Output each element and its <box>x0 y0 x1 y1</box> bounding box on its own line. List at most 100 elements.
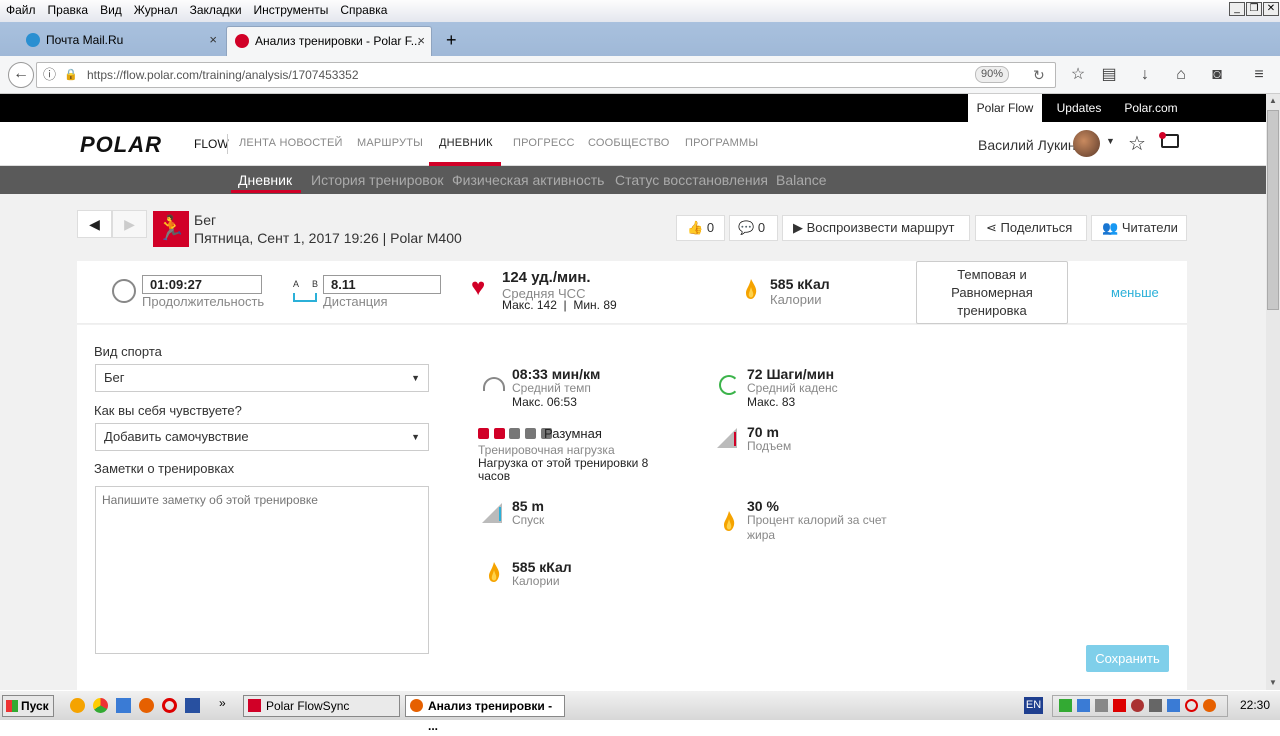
subnav-history[interactable]: История тренировок <box>311 172 443 188</box>
polar-com-link[interactable]: Polar.com <box>1118 94 1184 122</box>
pocket-icon[interactable]: ◙ <box>1205 64 1229 86</box>
cadence-label: Средний каденс <box>747 381 838 395</box>
download-icon[interactable]: ↓ <box>1133 64 1157 86</box>
load-level: Разумная <box>544 426 602 441</box>
hr-minmax: Макс. 142 | Мин. 89 <box>502 298 617 312</box>
menu-view[interactable]: Вид <box>94 0 128 21</box>
prev-session-button[interactable]: ◀ <box>77 210 112 238</box>
firefox-icon <box>410 699 423 712</box>
tab-polar[interactable]: Анализ тренировки - Polar F... × <box>226 26 432 56</box>
notes-textarea[interactable] <box>95 486 429 654</box>
task-firefox-active[interactable]: Анализ тренировки - ... <box>405 695 565 733</box>
close-tab-icon[interactable]: × <box>417 27 425 55</box>
next-session-button[interactable]: ▶ <box>112 210 147 238</box>
polar-flow-link[interactable]: Polar Flow <box>968 94 1042 122</box>
readers-button[interactable]: 👥 Читатели <box>1091 215 1187 241</box>
ruler-icon <box>293 293 317 302</box>
thumb-up-icon: 👍 <box>687 220 704 235</box>
nav-progress[interactable]: ПРОГРЕСС <box>513 137 575 149</box>
load-label: Тренировочная нагрузка <box>478 443 615 457</box>
nav-community[interactable]: СООБЩЕСТВО <box>588 137 670 149</box>
task-flowsync[interactable]: Polar FlowSync <box>243 695 400 717</box>
feeling-select[interactable]: Добавить самочувствие ▼ <box>95 423 429 451</box>
menu-bookmarks[interactable]: Закладки <box>184 0 248 21</box>
start-label: Пуск <box>21 699 49 713</box>
like-button[interactable]: 👍 0 <box>676 215 725 241</box>
share-button[interactable]: ⋖ Поделиться <box>975 215 1087 241</box>
scroll-up-icon[interactable]: ▲ <box>1267 94 1279 108</box>
quicklaunch-chrome-icon[interactable] <box>93 698 108 713</box>
home-icon[interactable]: ⌂ <box>1169 64 1193 86</box>
comment-button[interactable]: 💬 0 <box>729 215 778 241</box>
language-indicator[interactable]: EN <box>1024 697 1043 714</box>
avatar[interactable] <box>1073 130 1100 157</box>
navigation-bar: ← ⓘ 🔒 https://flow.polar.com/training/an… <box>0 56 1280 94</box>
quicklaunch-firefox-icon[interactable] <box>139 698 154 713</box>
flame-icon <box>489 562 500 582</box>
restore-button[interactable]: ❐ <box>1246 2 1262 16</box>
load-bars <box>478 427 552 442</box>
bookmark-star-icon[interactable]: ☆ <box>1066 64 1090 86</box>
close-tab-icon[interactable]: × <box>209 26 217 54</box>
menu-file[interactable]: Файл <box>0 0 42 21</box>
nav-programs[interactable]: ПРОГРАММЫ <box>685 137 758 149</box>
nav-routes[interactable]: МАРШРУТЫ <box>357 137 423 149</box>
quicklaunch-opera-icon[interactable] <box>162 698 177 713</box>
polar-logo[interactable]: POLAR <box>80 132 162 158</box>
scroll-thumb[interactable] <box>1267 110 1279 310</box>
hamburger-menu-icon[interactable]: ≡ <box>1247 64 1271 86</box>
nav-feed[interactable]: ЛЕНТА НОВОСТЕЙ <box>239 137 343 149</box>
sport-select-value: Бег <box>104 370 125 385</box>
menu-history[interactable]: Журнал <box>128 0 184 21</box>
sport-select[interactable]: Бег ▼ <box>95 364 429 392</box>
menu-help[interactable]: Справка <box>334 0 393 21</box>
menu-edit[interactable]: Правка <box>42 0 95 21</box>
distance-field[interactable]: 8.11 <box>323 275 441 294</box>
notes-label: Заметки о тренировках <box>94 461 235 476</box>
tray-app-icon[interactable] <box>1059 699 1072 712</box>
tray-app-icon[interactable] <box>1185 699 1198 712</box>
quicklaunch-save-icon[interactable] <box>185 698 200 713</box>
tray-shield-icon[interactable] <box>1131 699 1144 712</box>
reading-list-icon[interactable]: ▤ <box>1097 64 1121 86</box>
duration-field[interactable]: 01:09:27 <box>142 275 262 294</box>
tray-app-icon[interactable] <box>1077 699 1090 712</box>
subnav-activity[interactable]: Физическая активность <box>452 172 604 188</box>
subnav-recovery[interactable]: Статус восстановления <box>615 172 768 188</box>
subnav-diary[interactable]: Дневник <box>238 172 292 188</box>
quicklaunch-more-icon[interactable]: » <box>219 696 226 710</box>
nav-diary[interactable]: ДНЕВНИК <box>439 137 493 149</box>
load-desc: Нагрузка от этой тренировки 8 часов <box>478 456 649 483</box>
start-button[interactable]: Пуск <box>2 695 54 717</box>
user-dropdown-icon[interactable]: ▼ <box>1106 136 1115 146</box>
quicklaunch-app-icon[interactable] <box>116 698 131 713</box>
url-bar[interactable]: ⓘ 🔒 https://flow.polar.com/training/anal… <box>36 62 1056 88</box>
pace-max: Макс. 06:53 <box>512 395 577 409</box>
updates-link[interactable]: Updates <box>1050 94 1108 122</box>
tray-app-icon[interactable] <box>1149 699 1162 712</box>
tab-mail[interactable]: Почта Mail.Ru × <box>18 26 223 56</box>
info-icon[interactable]: ⓘ <box>43 63 56 87</box>
user-name[interactable]: Василий Лукин <box>978 137 1076 153</box>
tray-app-icon[interactable] <box>1167 699 1180 712</box>
tray-app-icon[interactable] <box>1203 699 1216 712</box>
scroll-down-icon[interactable]: ▼ <box>1267 676 1279 690</box>
zoom-level[interactable]: 90% <box>975 66 1010 83</box>
menu-tools[interactable]: Инструменты <box>248 0 335 21</box>
favorites-star-icon[interactable]: ☆ <box>1128 131 1146 156</box>
reload-icon[interactable]: ↻ <box>1033 63 1045 87</box>
vertical-scrollbar[interactable]: ▲ ▼ <box>1266 94 1280 690</box>
minimize-button[interactable]: _ <box>1229 2 1245 16</box>
replay-route-button[interactable]: ▶ Воспроизвести маршрут <box>782 215 970 241</box>
quicklaunch-avast-icon[interactable] <box>70 698 85 713</box>
back-button[interactable]: ← <box>8 62 34 88</box>
subnav-active-indicator <box>231 190 301 193</box>
save-button[interactable]: Сохранить <box>1086 645 1169 672</box>
fat-label: Процент калорий за счет жира <box>747 513 887 542</box>
new-tab-button[interactable]: + <box>440 26 457 56</box>
less-link[interactable]: меньше <box>1111 285 1159 300</box>
tray-app-icon[interactable] <box>1095 699 1108 712</box>
subnav-balance[interactable]: Balance <box>776 172 827 188</box>
close-window-button[interactable]: ✕ <box>1263 2 1279 16</box>
tray-app-icon[interactable] <box>1113 699 1126 712</box>
